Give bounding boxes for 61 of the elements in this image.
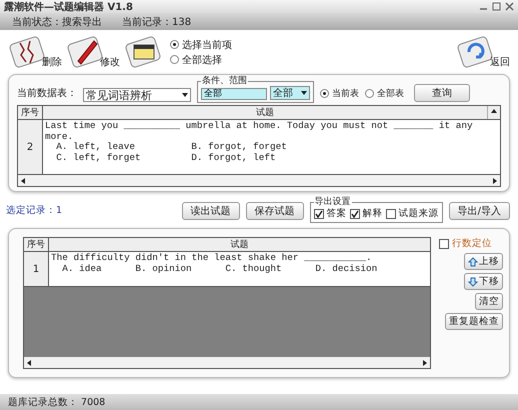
question-action-button[interactable]: 保存试题 [246, 202, 304, 220]
column-header: 试题 [230, 238, 250, 251]
horizontal-scrollbar[interactable] [18, 175, 500, 186]
scroll-right-icon[interactable] [423, 360, 427, 366]
radio-button[interactable] [170, 55, 179, 64]
export-import-button[interactable]: 导出/导入 [448, 202, 510, 220]
radio-label[interactable]: 当前表 [332, 87, 359, 100]
scroll-right-icon[interactable] [493, 178, 497, 184]
selected-records: 选定记录：1 [6, 204, 62, 217]
column-header: 序号 [24, 238, 49, 251]
checkbox-label[interactable]: 解释 [362, 207, 383, 220]
checkmark-icon [350, 210, 359, 218]
radio-label[interactable]: 全部选择 [182, 52, 222, 66]
checkmark-icon [314, 210, 323, 218]
up-arrow-icon [468, 256, 478, 266]
range-select[interactable]: 全部 [270, 86, 310, 100]
condition-group-title: 条件、范围 [201, 77, 248, 86]
query-button[interactable]: 查询 [414, 84, 470, 102]
total-records: 题库记录总数： 7008 [8, 396, 106, 408]
back-button[interactable]: 返回 [456, 35, 510, 69]
panel-button[interactable]: 重复题检查 [445, 313, 503, 330]
horizontal-scrollbar[interactable] [24, 357, 430, 368]
checkbox-label[interactable]: 行数定位 [452, 237, 492, 250]
question-text: Last time you __________ umbrella at home. Today you must not _______ it any more. A. left, leave B. forgot, forget C. left, forget D. forgot, left [44, 120, 474, 164]
checkbox[interactable] [439, 238, 449, 248]
dropdown-arrow-icon [182, 93, 188, 97]
radio-label[interactable]: 全部表 [377, 87, 404, 100]
delete-button[interactable]: 删除 [8, 35, 62, 69]
current-record: 当前记录：138 [122, 16, 192, 28]
checkbox-label[interactable]: 答案 [326, 207, 347, 220]
row-number: 2 [18, 120, 43, 174]
radio-label[interactable]: 选择当前项 [182, 38, 232, 52]
dropdown-arrow-icon [301, 91, 307, 95]
close-icon[interactable] [505, 2, 514, 11]
condition-field[interactable]: 全部 [201, 88, 267, 100]
column-header: 试题 [255, 106, 275, 119]
row-number: 1 [24, 252, 49, 286]
question-text: The difficulty didn't in the least shake her ___________. A. idea B. opinion C. thought D. decision [50, 252, 378, 276]
edit-button[interactable]: 修改 [66, 35, 120, 69]
data-table-select[interactable]: 常见词语辨析 [83, 88, 191, 102]
checkbox[interactable] [314, 208, 324, 218]
move-down-button[interactable]: 下移 [464, 273, 503, 290]
radio-button[interactable] [365, 89, 374, 98]
radio-button[interactable] [170, 40, 179, 49]
scroll-left-icon[interactable] [27, 360, 31, 366]
checkbox-label[interactable]: 试题来源 [398, 207, 439, 220]
data-table-label: 当前数据表： [17, 86, 77, 101]
export-settings-title: 导出设置 [314, 198, 352, 207]
question-action-button[interactable]: 读出试题 [182, 202, 240, 220]
column-header: 序号 [18, 106, 43, 119]
down-arrow-icon [468, 276, 478, 286]
maximize-icon[interactable] [492, 2, 501, 11]
scroll-left-icon[interactable] [21, 178, 25, 184]
current-state: 当前状态：搜索导出 [12, 16, 102, 28]
move-up-button[interactable]: 上移 [464, 253, 503, 270]
checkbox[interactable] [386, 208, 396, 218]
window-title: 露潮软件—试题编辑器 V1.8 [4, 0, 133, 14]
radio-button[interactable] [320, 89, 329, 98]
checkbox[interactable] [350, 208, 360, 218]
scroll-up-icon[interactable] [491, 109, 497, 113]
panel-button[interactable]: 清空 [475, 293, 503, 310]
